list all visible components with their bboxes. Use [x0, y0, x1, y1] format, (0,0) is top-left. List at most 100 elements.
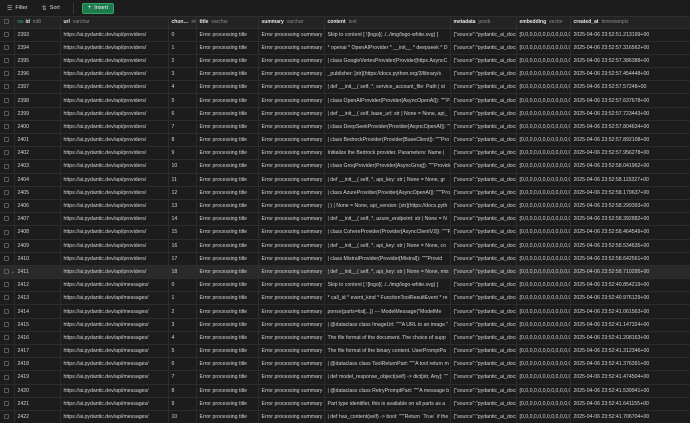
id-cell[interactable]: 2397 — [14, 80, 61, 95]
embedding-cell[interactable]: [0,0,0,0,0,0,0,0,0,0,0,0,0,0,0,0,0,0,0,0… — [516, 265, 571, 280]
url-cell[interactable]: https://ai.pydantic.dev/api/providers/ — [60, 173, 169, 187]
row-select-checkbox[interactable] — [0, 159, 15, 174]
created-at-cell[interactable]: 2025-04-06 23:52:58.179637+00 — [570, 186, 690, 200]
content-cell[interactable]: | def __init__( self, *, api_key: str | … — [324, 265, 451, 280]
row-select-checkbox[interactable] — [0, 344, 15, 359]
url-cell[interactable]: https://ai.pydantic.dev/api/providers/ — [60, 146, 169, 161]
row-select-checkbox[interactable] — [0, 357, 15, 372]
chunk-cell[interactable]: 3 — [168, 67, 197, 82]
row-select-checkbox[interactable] — [0, 239, 15, 253]
row-select-checkbox[interactable] — [0, 304, 15, 319]
id-cell[interactable]: 2418 — [14, 357, 61, 372]
id-cell[interactable]: 2393 — [14, 28, 61, 42]
title-cell[interactable]: Error processing title — [196, 225, 259, 240]
table-row[interactable]: 2393 https://ai.pydantic.dev/api/provider… — [0, 28, 690, 42]
title-cell[interactable]: Error processing title — [196, 318, 259, 332]
metadata-cell[interactable]: {"source":"pydantic_ai_docs","url_path": — [450, 159, 517, 174]
metadata-cell[interactable]: {"source":"pydantic_ai_docs","url_path": — [450, 212, 517, 227]
chunk-cell[interactable]: 0 — [168, 278, 197, 293]
row-select-checkbox[interactable] — [0, 133, 15, 148]
embedding-cell[interactable]: [0,0,0,0,0,0,0,0,0,0,0,0,0,0,0,0,0,0,0,0… — [516, 93, 571, 108]
created-at-cell[interactable]: 2025-04-06 23:52:57.892108+00 — [570, 133, 690, 148]
url-cell[interactable]: https://ai.pydantic.dev/api/messages/ — [60, 357, 169, 372]
created-at-cell[interactable]: 2025-04-06 23:52:58.392882+00 — [570, 212, 690, 227]
url-cell[interactable]: https://ai.pydantic.dev/api/providers/ — [60, 54, 169, 69]
row-select-checkbox[interactable] — [0, 80, 15, 95]
content-cell[interactable]: | ) | None = None, api_version: [str](ht… — [324, 199, 451, 214]
created-at-cell[interactable]: 2025-04-06 23:52:57.956278+00 — [570, 146, 690, 161]
created-at-cell[interactable]: 2025-04-06 23:52:58.041962+00 — [570, 159, 690, 174]
title-cell[interactable]: Error processing title — [196, 357, 259, 372]
row-select-checkbox[interactable] — [0, 278, 15, 293]
row-select-checkbox[interactable] — [0, 318, 15, 332]
row-select-checkbox[interactable] — [0, 41, 15, 55]
row-select-checkbox[interactable] — [0, 225, 15, 240]
id-cell[interactable]: 2414 — [14, 304, 61, 319]
row-select-checkbox[interactable] — [0, 107, 15, 121]
column-header[interactable]: title varchar — [196, 17, 259, 29]
created-at-cell[interactable]: 2025-04-06 23:52:58.710295+00 — [570, 265, 690, 280]
chunk-cell[interactable]: 17 — [168, 252, 197, 266]
metadata-cell[interactable]: {"source":"pydantic_ai_docs","url_path": — [450, 278, 517, 293]
table-row[interactable]: 2400 https://ai.pydantic.dev/api/provider… — [0, 120, 690, 135]
id-cell[interactable]: 2412 — [14, 278, 61, 293]
url-cell[interactable]: https://ai.pydantic.dev/api/messages/ — [60, 318, 169, 332]
chunk-cell[interactable]: 7 — [168, 370, 197, 385]
title-cell[interactable]: Error processing title — [196, 28, 259, 42]
metadata-cell[interactable]: {"source":"pydantic_ai_docs","url_path": — [450, 397, 517, 411]
summary-cell[interactable]: Error processing summary — [258, 173, 325, 187]
table-row[interactable]: 2399 https://ai.pydantic.dev/api/provider… — [0, 107, 690, 121]
summary-cell[interactable]: Error processing summary — [258, 397, 325, 411]
metadata-cell[interactable]: {"source":"pydantic_ai_docs","url_path": — [450, 67, 517, 82]
created-at-cell[interactable]: 2025-04-06 23:52:41.641155+00 — [570, 397, 690, 411]
table-row[interactable]: 2397 https://ai.pydantic.dev/api/provider… — [0, 80, 690, 95]
chunk-cell[interactable]: 1 — [168, 41, 197, 55]
summary-cell[interactable]: Error processing summary — [258, 120, 325, 135]
table-row[interactable]: 2408 https://ai.pydantic.dev/api/provider… — [0, 225, 690, 240]
title-cell[interactable]: Error processing title — [196, 304, 259, 319]
id-cell[interactable]: 2413 — [14, 291, 61, 306]
summary-cell[interactable]: Error processing summary — [258, 304, 325, 319]
embedding-cell[interactable]: [0,0,0,0,0,0,0,0,0,0,0,0,0,0,0,0,0,0,0,0… — [516, 370, 571, 385]
content-cell[interactable]: Part type identifier, this is available … — [324, 397, 451, 411]
metadata-cell[interactable]: {"source":"pydantic_ai_docs","url_path": — [450, 146, 517, 161]
table-row[interactable]: 2416 https://ai.pydantic.dev/api/messages… — [0, 331, 690, 346]
url-cell[interactable]: https://ai.pydantic.dev/api/providers/ — [60, 133, 169, 148]
summary-cell[interactable]: Error processing summary — [258, 291, 325, 306]
row-select-checkbox[interactable] — [0, 28, 15, 42]
summary-cell[interactable]: Error processing summary — [258, 384, 325, 398]
filter-button[interactable]: ☰ Filter — [3, 2, 32, 15]
url-cell[interactable]: https://ai.pydantic.dev/api/providers/ — [60, 212, 169, 227]
chunk-cell[interactable]: 7 — [168, 120, 197, 135]
content-cell[interactable]: ponse(parts=list[...]) --- ModelMessage(… — [324, 304, 451, 319]
column-header[interactable]: summary varchar — [258, 17, 325, 29]
created-at-cell[interactable]: 2025-04-06 23:52:40.976129+00 — [570, 291, 690, 306]
embedding-cell[interactable]: [0,0,0,0,0,0,0,0,0,0,0,0,0,0,0,0,0,0,0,0… — [516, 304, 571, 319]
created-at-cell[interactable]: 2025-04-06 23:52:41.147324+00 — [570, 318, 690, 332]
created-at-cell[interactable]: 2025-04-06 23:52:41.474504+00 — [570, 370, 690, 385]
created-at-cell[interactable]: 2025-04-06 23:52:41.539941+00 — [570, 384, 690, 398]
url-cell[interactable]: https://ai.pydantic.dev/api/providers/ — [60, 120, 169, 135]
created-at-cell[interactable]: 2025-04-06 23:52:41.376391+00 — [570, 357, 690, 372]
row-select-checkbox[interactable] — [0, 54, 15, 69]
created-at-cell[interactable]: 2025-04-06 23:52:41.208163+00 — [570, 331, 690, 346]
id-cell[interactable]: 2416 — [14, 331, 61, 346]
content-cell[interactable]: | def has_content(self) -> bool: """Retu… — [324, 410, 451, 423]
metadata-cell[interactable]: {"source":"pydantic_ai_docs","url_path": — [450, 252, 517, 266]
url-cell[interactable]: https://ai.pydantic.dev/api/providers/ — [60, 93, 169, 108]
embedding-cell[interactable]: [0,0,0,0,0,0,0,0,0,0,0,0,0,0,0,0,0,0,0,0… — [516, 80, 571, 95]
chunk-cell[interactable]: 5 — [168, 344, 197, 359]
table-row[interactable]: 2403 https://ai.pydantic.dev/api/provider… — [0, 159, 690, 174]
chunk-cell[interactable]: 4 — [168, 331, 197, 346]
row-select-checkbox[interactable] — [0, 212, 15, 227]
metadata-cell[interactable]: {"source":"pydantic_ai_docs","url_path": — [450, 93, 517, 108]
title-cell[interactable]: Error processing title — [196, 80, 259, 95]
row-select-checkbox[interactable]: ⤢ — [0, 265, 15, 280]
table-row[interactable]: 2396 https://ai.pydantic.dev/api/provider… — [0, 67, 690, 82]
id-cell[interactable]: 2400 — [14, 120, 61, 135]
metadata-cell[interactable]: {"source":"pydantic_ai_docs","url_path": — [450, 304, 517, 319]
metadata-cell[interactable]: {"source":"pydantic_ai_docs","url_path": — [450, 107, 517, 121]
summary-cell[interactable]: Error processing summary — [258, 67, 325, 82]
title-cell[interactable]: Error processing title — [196, 384, 259, 398]
url-cell[interactable]: https://ai.pydantic.dev/api/messages/ — [60, 384, 169, 398]
